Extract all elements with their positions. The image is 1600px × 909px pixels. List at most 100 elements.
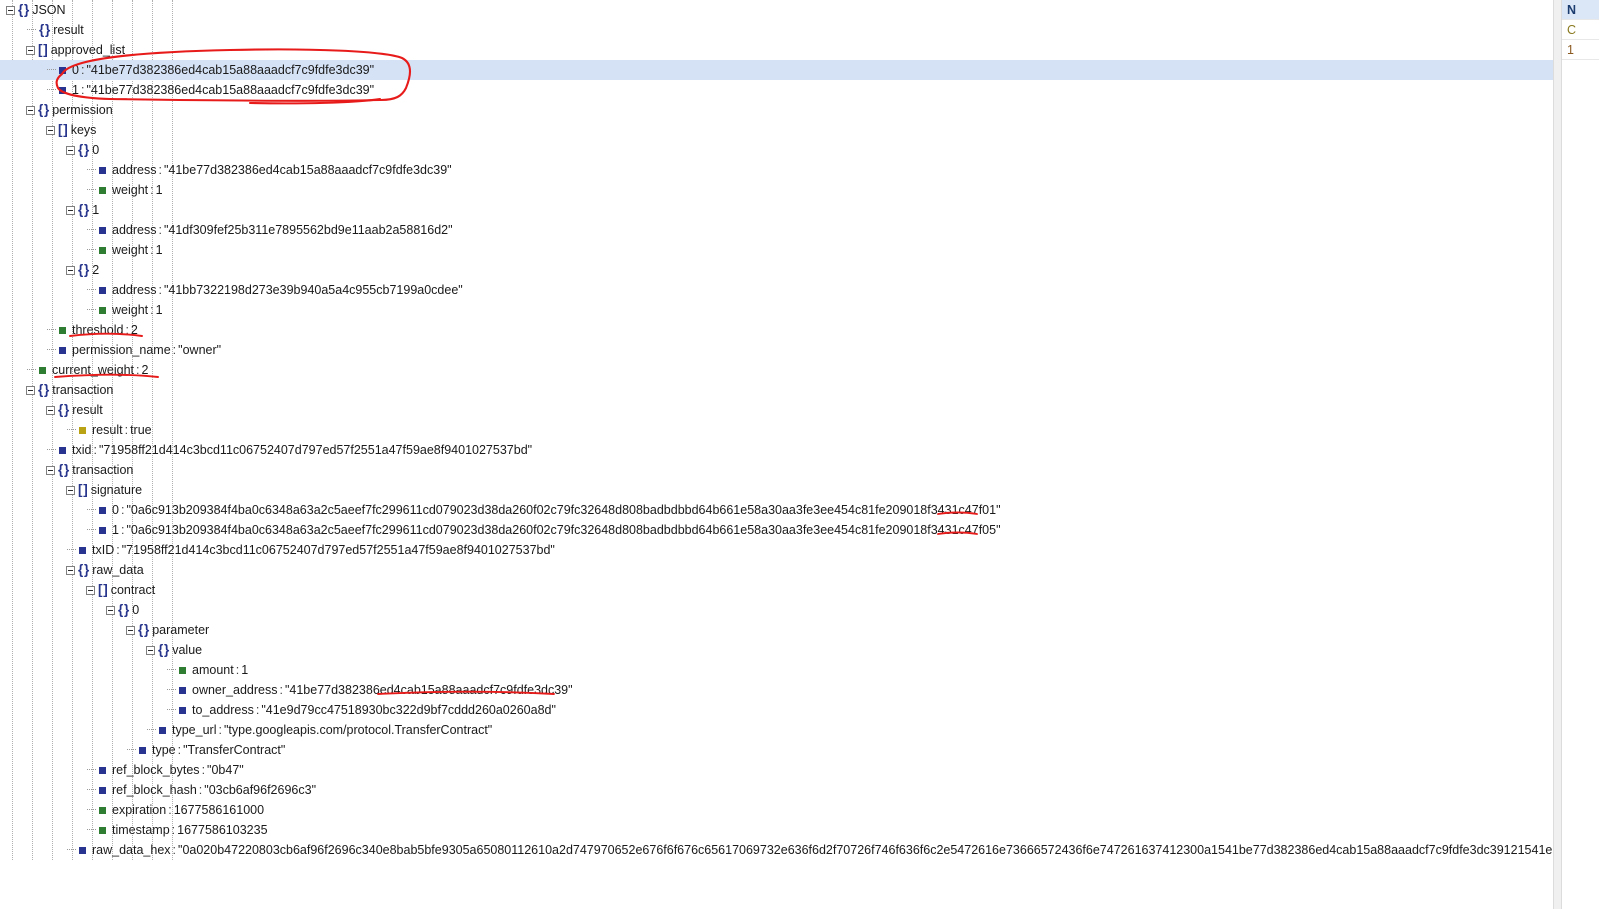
json-tree-panel[interactable]: { } JSON{ } result[ ] approved_list 0: "41be7… <box>0 0 1553 909</box>
tree-row-contract_0[interactable]: { } 0 <box>0 600 1553 620</box>
collapse-toggle-icon[interactable] <box>146 645 155 655</box>
tree-row-contract[interactable]: [ ] contract <box>0 580 1553 600</box>
tree-row-keys[interactable]: [ ] keys <box>0 120 1553 140</box>
tree-row-type[interactable]: type: "TransferContract" <box>0 740 1553 760</box>
collapse-toggle-icon[interactable] <box>26 105 35 115</box>
side-panel-row[interactable]: N <box>1562 0 1599 20</box>
tree-row-permission[interactable]: { } permission <box>0 100 1553 120</box>
tree-key: type_url <box>172 723 217 737</box>
tree-row-key_1_weight[interactable]: weight:1 <box>0 240 1553 260</box>
collapse-toggle-icon[interactable] <box>46 465 55 475</box>
tree-row-threshold[interactable]: threshold:2 <box>0 320 1553 340</box>
collapse-toggle-icon[interactable] <box>126 625 135 635</box>
tree-row-label: timestamp:1677586103235 <box>112 820 268 840</box>
tree-row-result[interactable]: { } result <box>0 20 1553 40</box>
tree-row-ref_block_hash[interactable]: ref_block_hash: "03cb6af96f2696c3" <box>0 780 1553 800</box>
tree-row-timestamp[interactable]: timestamp:1677586103235 <box>0 820 1553 840</box>
tree-elbow-connector <box>66 840 79 860</box>
tree-row-key_2_weight[interactable]: weight:1 <box>0 300 1553 320</box>
key-value-separator: : <box>150 303 154 317</box>
tree-row-ref_block_bytes[interactable]: ref_block_bytes: "0b47" <box>0 760 1553 780</box>
tree-row-label: txID: "71958ff21d414c3bcd11c06752407d797e… <box>92 540 555 560</box>
tree-row-signature_1[interactable]: 1: "0a6c913b209384f4ba0c6348a63a2c5aeef7f… <box>0 520 1553 540</box>
tree-row-label: 0: "0a6c913b209384f4ba0c6348a63a2c5aeef7f… <box>112 500 1001 520</box>
tree-row-tx_inner[interactable]: { } transaction <box>0 460 1553 480</box>
tree-row-approved_0[interactable]: 0: "41be77d382386ed4cab15a88aaadcf7c9fdfe… <box>0 60 1553 80</box>
tree-row-amount[interactable]: amount:1 <box>0 660 1553 680</box>
collapse-toggle-icon[interactable] <box>66 565 75 575</box>
tree-value: "owner" <box>178 343 222 357</box>
panel-divider-scrollbar[interactable] <box>1553 0 1562 909</box>
tree-row-key_1[interactable]: { } 1 <box>0 200 1553 220</box>
collapse-toggle-icon[interactable] <box>66 485 75 495</box>
tree-row-owner_address[interactable]: owner_address: "41be77d382386ed4cab15a88a… <box>0 680 1553 700</box>
tree-row-raw_data[interactable]: { } raw_data <box>0 560 1553 580</box>
tree-key: owner_address <box>192 683 278 697</box>
tree-row-tx_result_result[interactable]: result: true <box>0 420 1553 440</box>
number-value-icon <box>179 666 186 674</box>
tree-row-key_2[interactable]: { } 2 <box>0 260 1553 280</box>
tree-row-label: address: "41bb7322198d273e39b940a5a4c955c… <box>112 280 463 300</box>
tree-key: result <box>72 403 103 417</box>
tree-row-permission_name[interactable]: permission_name: "owner" <box>0 340 1553 360</box>
tree-row-signature_0[interactable]: 0: "0a6c913b209384f4ba0c6348a63a2c5aeef7f… <box>0 500 1553 520</box>
tree-value: "41be77d382386ed4cab15a88aaadcf7c9fdfe3d… <box>86 83 375 97</box>
json-viewer-window: { } JSON{ } result[ ] approved_list 0: "41be7… <box>0 0 1600 909</box>
tree-row-to_address[interactable]: to_address: "41e9d79cc47518930bc322d9bf7c… <box>0 700 1553 720</box>
tree-row-key_1_address[interactable]: address: "41df309fef25b311e7895562bd9e11a… <box>0 220 1553 240</box>
tree-row-txid[interactable]: txid: "71958ff21d414c3bcd11c06752407d797e… <box>0 440 1553 460</box>
number-value-icon <box>39 366 46 374</box>
collapse-toggle-icon[interactable] <box>46 405 55 415</box>
collapse-toggle-icon[interactable] <box>46 125 55 135</box>
tree-row-expiration[interactable]: expiration:1677586161000 <box>0 800 1553 820</box>
key-value-separator: : <box>168 803 172 817</box>
object-braces-icon: { } <box>78 562 89 577</box>
tree-value: 1 <box>155 183 163 197</box>
tree-row-parameter[interactable]: { } parameter <box>0 620 1553 640</box>
tree-row-label: approved_list <box>51 40 125 60</box>
tree-row-key_0[interactable]: { } 0 <box>0 140 1553 160</box>
tree-value: 1 <box>155 303 163 317</box>
tree-row-raw_data_hex[interactable]: raw_data_hex: "0a020b47220803cb6af96f2696… <box>0 840 1553 860</box>
tree-row-key_2_address[interactable]: address: "41bb7322198d273e39b940a5a4c955c… <box>0 280 1553 300</box>
collapse-toggle-icon[interactable] <box>26 45 35 55</box>
tree-row-value[interactable]: { } value <box>0 640 1553 660</box>
array-brackets-icon: [ ] <box>58 122 68 137</box>
tree-row-approved_list[interactable]: [ ] approved_list <box>0 40 1553 60</box>
tree-elbow-connector <box>86 500 99 520</box>
collapse-toggle-icon[interactable] <box>106 605 115 615</box>
tree-row-key_0_address[interactable]: address: "41be77d382386ed4cab15a88aaadcf7… <box>0 160 1553 180</box>
collapse-toggle-icon[interactable] <box>86 585 95 595</box>
number-value-icon <box>99 826 106 834</box>
tree-row-type_url[interactable]: type_url: "type.googleapis.com/protocol.T… <box>0 720 1553 740</box>
collapse-toggle-icon[interactable] <box>66 205 75 215</box>
tree-elbow-connector <box>46 80 59 100</box>
tree-row-approved_1[interactable]: 1: "41be77d382386ed4cab15a88aaadcf7c9fdfe… <box>0 80 1553 100</box>
tree-row-tx_result[interactable]: { } result <box>0 400 1553 420</box>
string-value-icon <box>79 546 86 554</box>
collapse-toggle-icon[interactable] <box>66 145 75 155</box>
json-tree[interactable]: { } JSON{ } result[ ] approved_list 0: "41be7… <box>0 0 1553 860</box>
tree-row-label: type: "TransferContract" <box>152 740 285 760</box>
number-value-icon <box>99 806 106 814</box>
tree-row-root[interactable]: { } JSON <box>0 0 1553 20</box>
side-panel-row[interactable]: 1 <box>1562 40 1599 60</box>
tree-row-key_0_weight[interactable]: weight:1 <box>0 180 1553 200</box>
tree-row-transaction[interactable]: { } transaction <box>0 380 1553 400</box>
tree-row-current_weight[interactable]: current_weight:2 <box>0 360 1553 380</box>
tree-key: address <box>112 163 157 177</box>
tree-row-label: txid: "71958ff21d414c3bcd11c06752407d797e… <box>72 440 532 460</box>
collapse-toggle-icon[interactable] <box>6 5 15 15</box>
tree-row-label: 0 <box>92 140 99 160</box>
collapse-toggle-icon[interactable] <box>66 265 75 275</box>
tree-row-label: type_url: "type.googleapis.com/protocol.T… <box>172 720 492 740</box>
string-value-icon <box>59 346 66 354</box>
tree-value: "0b47" <box>207 763 244 777</box>
tree-row-txID[interactable]: txID: "71958ff21d414c3bcd11c06752407d797e… <box>0 540 1553 560</box>
right-side-panel[interactable]: NC1 <box>1562 0 1599 909</box>
tree-key: 0 <box>72 63 79 77</box>
collapse-toggle-icon[interactable] <box>26 385 35 395</box>
tree-row-signature[interactable]: [ ] signature <box>0 480 1553 500</box>
side-panel-row[interactable]: C <box>1562 20 1599 40</box>
tree-elbow-connector <box>66 540 79 560</box>
